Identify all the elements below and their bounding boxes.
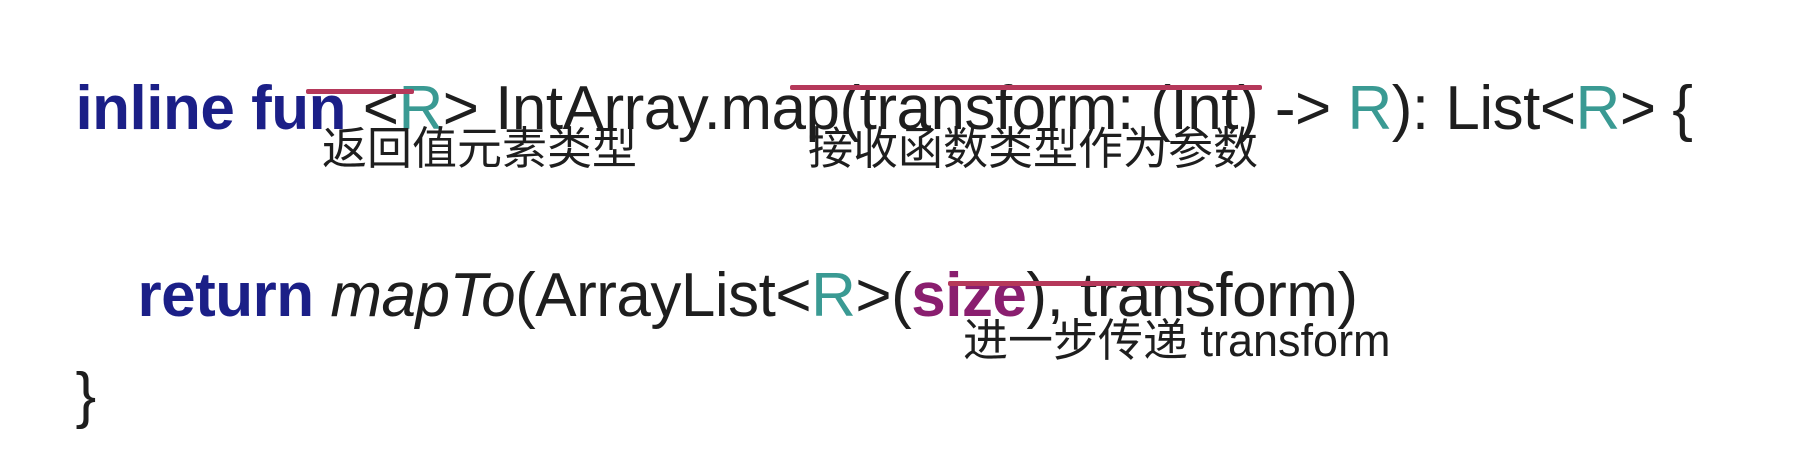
function-mapto: mapTo — [330, 261, 516, 330]
annotation-function-param: 接收函数类型作为参数 — [808, 123, 1259, 174]
underline-transform-arg — [948, 281, 1200, 286]
function-body-open: > { — [1619, 74, 1693, 143]
code-line-return: return mapTo(ArrayList<R>(size), transfo… — [104, 203, 1358, 327]
underline-transform-param — [790, 85, 1262, 90]
constructor-call-open: >( — [855, 261, 912, 330]
type-param-r-return: R — [1347, 74, 1392, 143]
annotation-pass-transform: 进一步传递 transform — [963, 315, 1391, 366]
underline-generic-type — [306, 89, 414, 94]
return-type-list: ): List< — [1391, 74, 1576, 143]
function-body-close: } — [75, 361, 96, 430]
type-param-r-arraylist: R — [811, 261, 856, 330]
keyword-inline: inline — [75, 74, 235, 143]
arraylist-constructor: (ArrayList< — [515, 261, 812, 330]
code-line-close: } — [42, 303, 96, 427]
keyword-return: return — [137, 261, 314, 330]
type-param-r-list: R — [1575, 74, 1621, 143]
annotation-return-type: 返回值元素类型 — [322, 123, 638, 174]
code-line-signature: inline fun <R> IntArray.map(transform: (… — [42, 16, 1692, 140]
